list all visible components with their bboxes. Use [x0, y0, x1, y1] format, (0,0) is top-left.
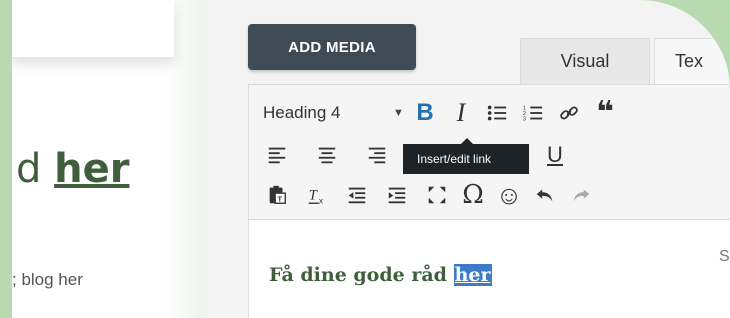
fullscreen-icon[interactable] [419, 177, 455, 213]
link-icon[interactable] [551, 95, 587, 131]
content-heading[interactable]: Få dine gode råd her [269, 264, 492, 286]
undo-icon[interactable] [527, 177, 563, 213]
numbered-list-icon[interactable]: 123 [515, 95, 551, 131]
bullet-list-icon[interactable] [479, 95, 515, 131]
format-select-value: Heading 4 [263, 103, 341, 122]
indent-icon[interactable] [379, 177, 415, 213]
emoji-icon[interactable]: ☺ [491, 177, 527, 213]
add-media-button[interactable]: ADD MEDIA [248, 24, 416, 70]
tab-visual[interactable]: Visual [520, 38, 650, 84]
chevron-down-icon: ▼ [393, 107, 404, 119]
redo-icon[interactable] [563, 177, 599, 213]
editor-content[interactable]: Få dine gode råd her S [248, 220, 730, 318]
paste-text-icon[interactable]: T [259, 177, 295, 213]
preview-heading: d her [16, 146, 129, 192]
format-select[interactable]: Heading 4 ▼ [249, 95, 407, 131]
align-right-icon[interactable] [359, 137, 395, 173]
italic-icon[interactable]: I [443, 95, 479, 131]
special-character-icon[interactable]: Ω [455, 177, 491, 213]
outdent-icon[interactable] [339, 177, 375, 213]
svg-text:T: T [309, 188, 319, 204]
underline-icon[interactable]: U [537, 137, 573, 173]
bold-icon[interactable]: B [407, 95, 443, 131]
align-left-icon[interactable] [259, 137, 295, 173]
preview-card [12, 0, 174, 58]
preview-heading-link[interactable]: her [54, 146, 129, 192]
blockquote-icon[interactable]: ❝ [587, 95, 623, 131]
toolbar-row-1: Heading 4 ▼ B I 123 ❝ [249, 93, 623, 133]
preview-heading-text: d [16, 146, 55, 192]
post-preview-panel: d her ; blog her [12, 0, 202, 318]
svg-text:x: x [319, 196, 324, 205]
preview-subtext: ; blog her [12, 270, 83, 289]
tab-text[interactable]: Tex [654, 38, 730, 84]
svg-text:T: T [277, 194, 282, 203]
clear-formatting-icon[interactable]: Tx [299, 177, 335, 213]
toolbar-row-3: T Tx Ω ☺ [249, 175, 599, 215]
content-heading-text: Få dine gode råd [269, 264, 454, 286]
svg-text:3: 3 [523, 116, 526, 122]
insert-link-tooltip: Insert/edit link [403, 138, 529, 174]
align-center-icon[interactable] [309, 137, 345, 173]
content-fragment: S [719, 248, 730, 265]
selected-link-text[interactable]: her [453, 264, 492, 286]
